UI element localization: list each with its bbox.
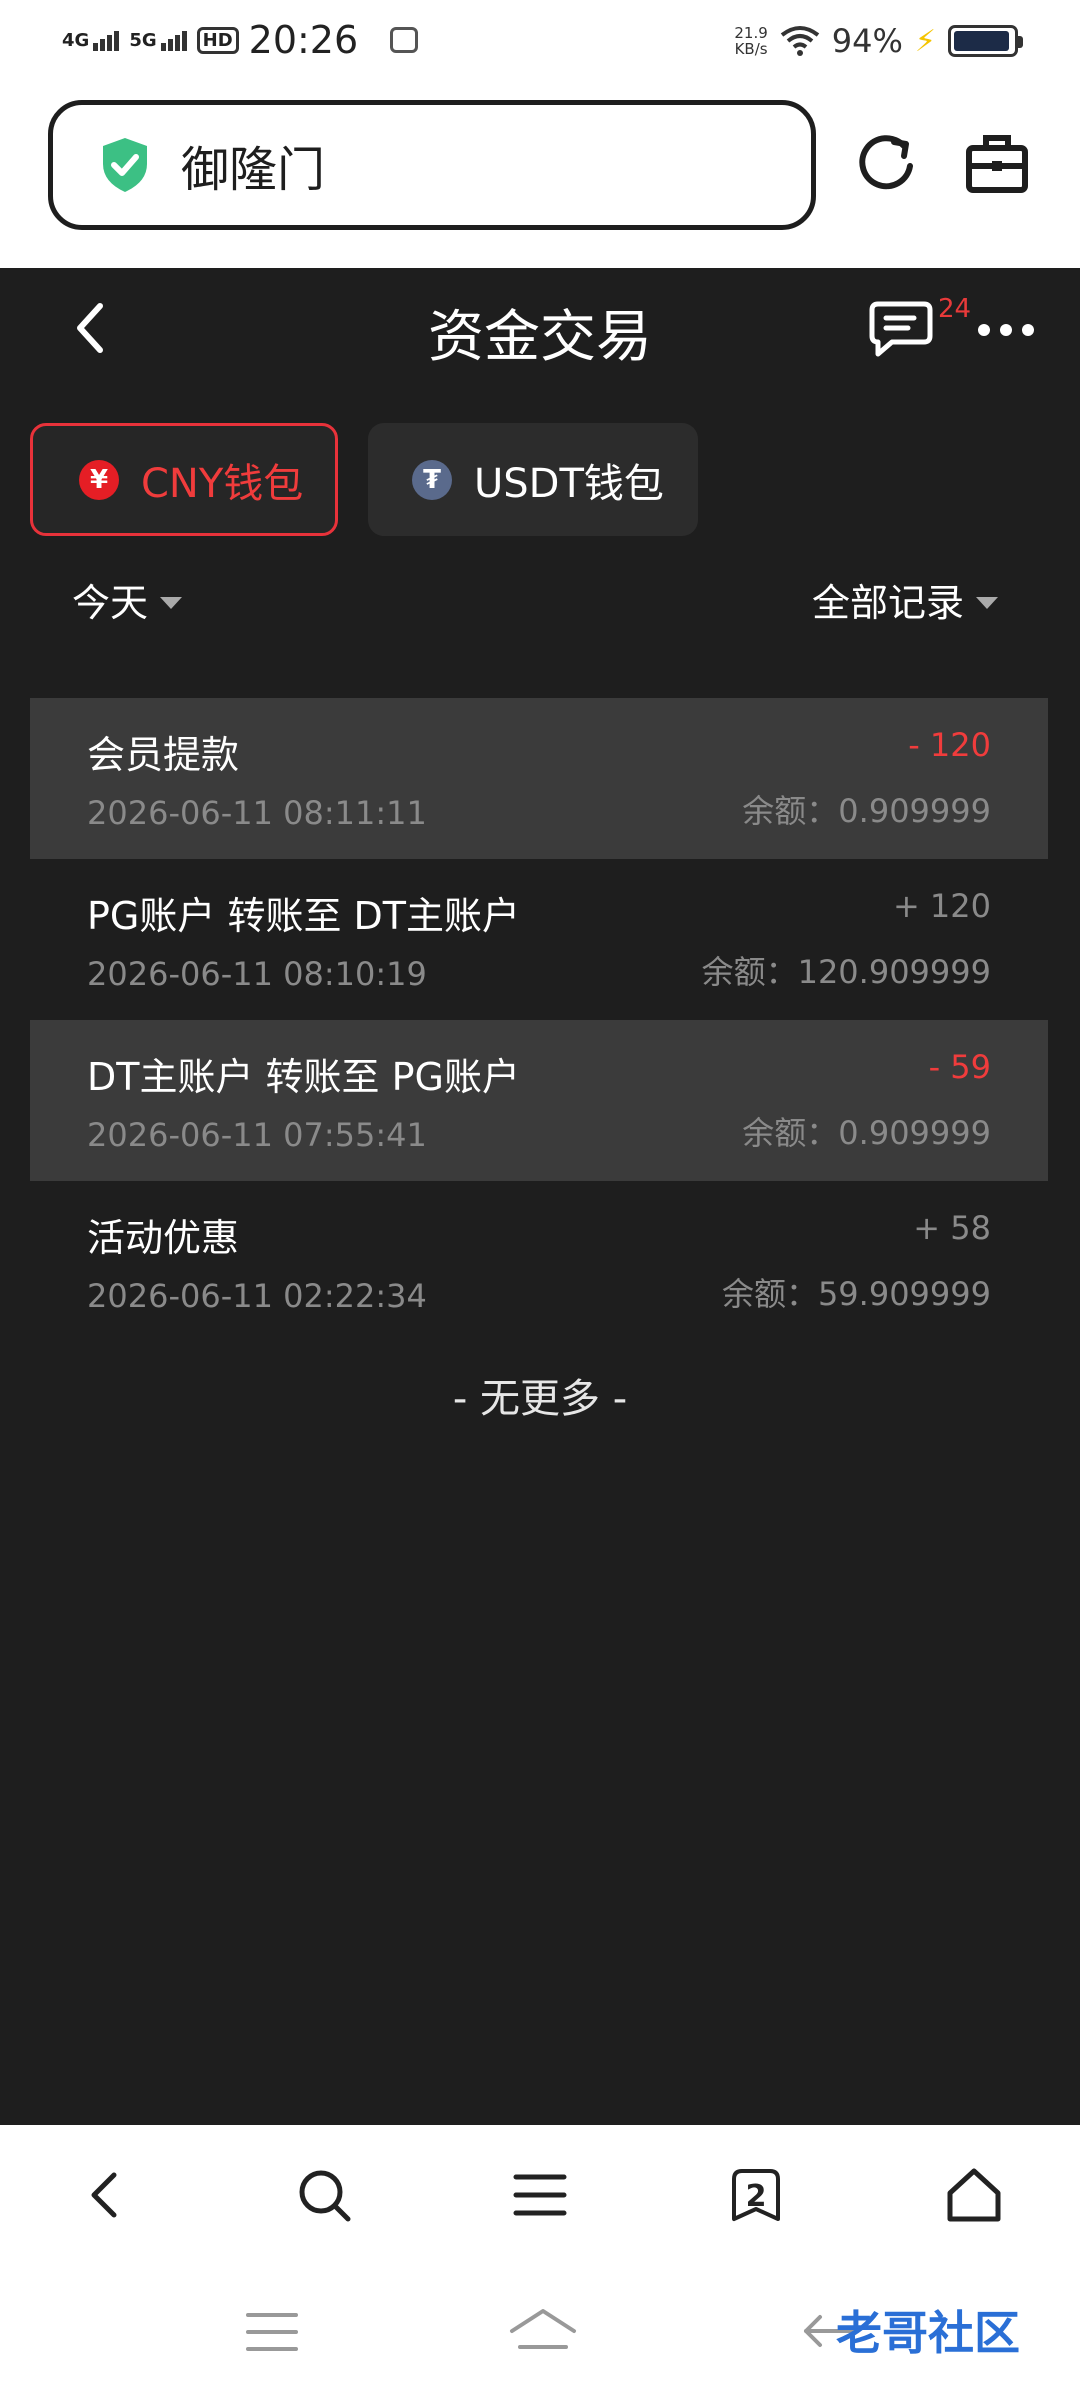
browser-toolbar: 御隆门 [0, 90, 1080, 268]
transaction-amount: + 120 [892, 887, 991, 925]
network-type-2: 5G [129, 29, 157, 51]
more-options-icon[interactable] [978, 324, 1034, 336]
message-badge: 24 [938, 294, 972, 324]
charging-icon: ⚡ [914, 23, 936, 59]
date-filter-dropdown[interactable]: 今天 [72, 572, 183, 627]
battery-icon [948, 25, 1023, 57]
no-more-text: - 无更多 - [452, 1376, 628, 1422]
record-type-label: 全部记录 [811, 581, 964, 625]
message-icon[interactable] [868, 298, 934, 358]
transaction-balance: 余额：0.909999 [742, 792, 991, 830]
transaction-time: 2026-06-11 08:11:11 [87, 794, 427, 832]
transaction-row[interactable]: 会员提款 2026-06-11 08:11:11 - 120 余额：0.9099… [30, 698, 1048, 859]
transaction-balance: 余额：120.909999 [701, 953, 991, 991]
cellular-signal-icon-2: 5G [129, 29, 187, 51]
url-text: 御隆门 [181, 142, 326, 198]
network-speed-unit: KB/s [734, 40, 768, 58]
tabs-button[interactable]: 2 [726, 2165, 786, 2225]
date-filter-label: 今天 [72, 581, 149, 625]
notification-app-icon [390, 27, 419, 53]
tab-count: 2 [745, 2178, 767, 2214]
home-icon[interactable] [944, 2165, 1004, 2225]
back-icon[interactable] [76, 2165, 136, 2225]
system-home-icon[interactable] [508, 2307, 578, 2357]
transaction-row[interactable]: DT主账户 转账至 PG账户 2026-06-11 07:55:41 - 59 … [30, 1020, 1048, 1181]
transaction-amount: + 58 [913, 1209, 991, 1247]
watermark-logo: 老哥社区 [836, 2306, 1020, 2360]
tab-cny-wallet[interactable]: ¥ CNY钱包 [30, 423, 338, 536]
clock: 20:26 [248, 18, 359, 62]
menu-icon[interactable] [510, 2165, 570, 2225]
transaction-row[interactable]: PG账户 转账至 DT主账户 2026-06-11 08:10:19 + 120… [30, 859, 1048, 1020]
cellular-signal-icon: 4G [62, 29, 120, 51]
caret-down-icon [976, 596, 998, 609]
cny-coin-icon: ¥ [79, 459, 119, 500]
refresh-icon[interactable] [854, 130, 920, 196]
transaction-list: 会员提款 2026-06-11 08:11:11 - 120 余额：0.9099… [30, 698, 1048, 1342]
usdt-coin-icon: ₮ [412, 459, 452, 500]
transaction-title: PG账户 转账至 DT主账户 [87, 894, 520, 938]
transaction-amount: - 59 [928, 1048, 991, 1086]
transaction-time: 2026-06-11 07:55:41 [87, 1116, 427, 1154]
transaction-balance: 余额：0.909999 [742, 1114, 991, 1152]
wifi-icon [780, 26, 820, 56]
tab-usdt-wallet[interactable]: ₮ USDT钱包 [368, 423, 698, 536]
transaction-title: 会员提款 [87, 733, 240, 777]
address-bar[interactable]: 御隆门 [48, 100, 816, 230]
transaction-title: 活动优惠 [87, 1216, 240, 1260]
transaction-title: DT主账户 转账至 PG账户 [87, 1055, 520, 1099]
battery-percent: 94% [831, 22, 903, 60]
app-header: 资金交易 24 [0, 268, 1080, 408]
status-bar: 4G 5G HD 20:26 21.9 KB/s 94% ⚡ [0, 0, 1080, 90]
caret-down-icon [160, 596, 183, 609]
transaction-balance: 余额：59.909999 [721, 1275, 991, 1313]
record-type-dropdown[interactable]: 全部记录 [812, 572, 998, 627]
system-navigation-bar: 老哥社区 [0, 2265, 1080, 2400]
toolbox-icon[interactable] [964, 130, 1030, 196]
transaction-row[interactable]: 活动优惠 2026-06-11 02:22:34 + 58 余额：59.9099… [30, 1181, 1048, 1342]
transaction-time: 2026-06-11 08:10:19 [87, 955, 427, 993]
tab-cny-label: CNY钱包 [141, 460, 304, 507]
search-icon[interactable] [294, 2165, 354, 2225]
network-speed: 21.9 KB/s [734, 25, 767, 57]
transaction-amount: - 120 [908, 726, 991, 764]
secure-shield-icon [103, 138, 147, 192]
hd-voice-icon: HD [196, 26, 239, 54]
transaction-time: 2026-06-11 02:22:34 [87, 1277, 427, 1315]
network-type-1: 4G [62, 29, 90, 51]
tab-usdt-label: USDT钱包 [474, 460, 664, 507]
network-speed-value: 21.9 [734, 24, 768, 42]
browser-bottom-bar: 2 [0, 2125, 1080, 2265]
recent-apps-icon[interactable] [242, 2307, 302, 2357]
